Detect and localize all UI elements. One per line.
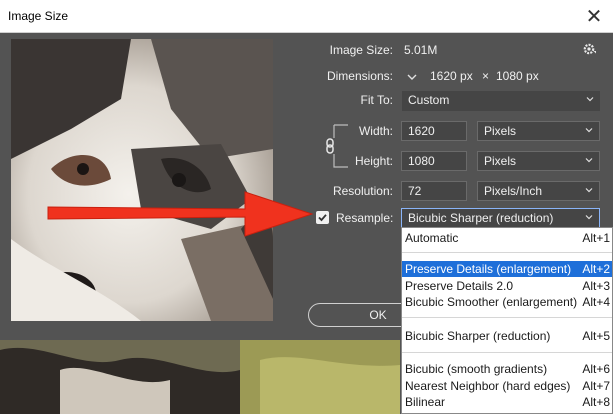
dimensions-width: 1620 px (430, 69, 473, 83)
menu-item-shortcut: Alt+8 (582, 395, 610, 409)
menu-item-shortcut: Alt+1 (582, 231, 610, 245)
resample-label: Resample: (336, 211, 394, 225)
gear-icon[interactable] (583, 42, 597, 56)
background-photo-strip (0, 340, 400, 414)
image-preview (11, 39, 273, 321)
menu-item-shortcut: Alt+3 (582, 279, 610, 293)
menu-separator (402, 352, 612, 353)
resample-select[interactable]: Bicubic Sharper (reduction) (401, 208, 600, 228)
menu-separator (402, 317, 612, 318)
chevron-down-icon[interactable] (406, 71, 418, 83)
menu-item-label: Automatic (405, 231, 459, 245)
window-titlebar: Image Size ✕ (0, 0, 613, 33)
resample-checkbox[interactable] (316, 211, 329, 224)
window-title: Image Size (8, 9, 69, 23)
height-value: 1080 (408, 154, 435, 168)
background-photo (0, 340, 400, 414)
menu-item-shortcut: Alt+5 (582, 329, 610, 343)
menu-item-bicubic-sharper[interactable]: Bicubic Sharper (reduction) Alt+5 (402, 328, 612, 344)
menu-item-bicubic[interactable]: Bicubic (smooth gradients) Alt+6 (402, 361, 612, 377)
menu-item-label: Preserve Details (enlargement) (405, 262, 572, 276)
height-unit-value: Pixels (484, 154, 517, 168)
chevron-down-icon (586, 97, 594, 102)
fit-to-label: Fit To: (360, 93, 393, 107)
chevron-down-icon (585, 128, 593, 133)
height-input[interactable]: 1080 (401, 151, 467, 171)
preview-photo (11, 39, 273, 321)
resolution-input[interactable]: 72 (401, 181, 467, 201)
menu-item-shortcut: Alt+2 (582, 262, 610, 276)
fit-to-value: Custom (408, 93, 450, 107)
resample-dropdown-menu: Automatic Alt+1 Preserve Details (enlarg… (401, 227, 613, 414)
menu-item-label: Nearest Neighbor (hard edges) (405, 379, 571, 393)
resolution-label: Resolution: (332, 184, 393, 198)
checkmark-icon (318, 214, 327, 222)
menu-separator (402, 252, 612, 253)
menu-item-label: Bilinear (405, 395, 446, 409)
dimensions-separator: × (482, 69, 490, 83)
menu-item-label: Bicubic (smooth gradients) (405, 362, 548, 376)
image-size-label: Image Size: (329, 43, 393, 57)
menu-item-label: Bicubic Smoother (enlargement) (405, 295, 578, 309)
chevron-down-icon (585, 158, 593, 163)
dimensions-label: Dimensions: (326, 69, 393, 83)
close-icon[interactable]: ✕ (581, 3, 607, 29)
menu-item-preserve-details[interactable]: Preserve Details (enlargement) Alt+2 (402, 261, 612, 277)
chevron-down-icon (585, 215, 593, 220)
resolution-unit-value: Pixels/Inch (484, 184, 543, 198)
width-label: Width: (358, 124, 393, 138)
fit-to-select[interactable]: Custom (402, 91, 600, 111)
resolution-value: 72 (408, 184, 422, 198)
menu-item-label: Bicubic Sharper (reduction) (405, 329, 551, 343)
resample-value: Bicubic Sharper (reduction) (408, 211, 554, 225)
height-unit-select[interactable]: Pixels (477, 151, 600, 171)
menu-item-shortcut: Alt+4 (582, 295, 610, 309)
menu-item-shortcut: Alt+7 (582, 379, 610, 393)
menu-item-automatic[interactable]: Automatic Alt+1 (402, 230, 612, 246)
menu-item-shortcut: Alt+6 (582, 362, 610, 376)
width-unit-select[interactable]: Pixels (477, 121, 600, 141)
image-size-value: 5.01M (404, 43, 438, 57)
height-label: Height: (354, 154, 393, 168)
chevron-down-icon (585, 188, 593, 193)
menu-item-bicubic-smoother[interactable]: Bicubic Smoother (enlargement) Alt+4 (402, 294, 612, 310)
dimensions-height: 1080 px (496, 69, 539, 83)
width-input[interactable]: 1620 (401, 121, 467, 141)
menu-item-preserve-details-2[interactable]: Preserve Details 2.0 Alt+3 (402, 278, 612, 294)
width-unit-value: Pixels (484, 124, 517, 138)
menu-item-label: Preserve Details 2.0 (405, 279, 514, 293)
menu-item-bilinear[interactable]: Bilinear Alt+8 (402, 394, 612, 410)
menu-item-nearest-neighbor[interactable]: Nearest Neighbor (hard edges) Alt+7 (402, 378, 612, 394)
width-value: 1620 (408, 124, 435, 138)
resolution-unit-select[interactable]: Pixels/Inch (477, 181, 600, 201)
